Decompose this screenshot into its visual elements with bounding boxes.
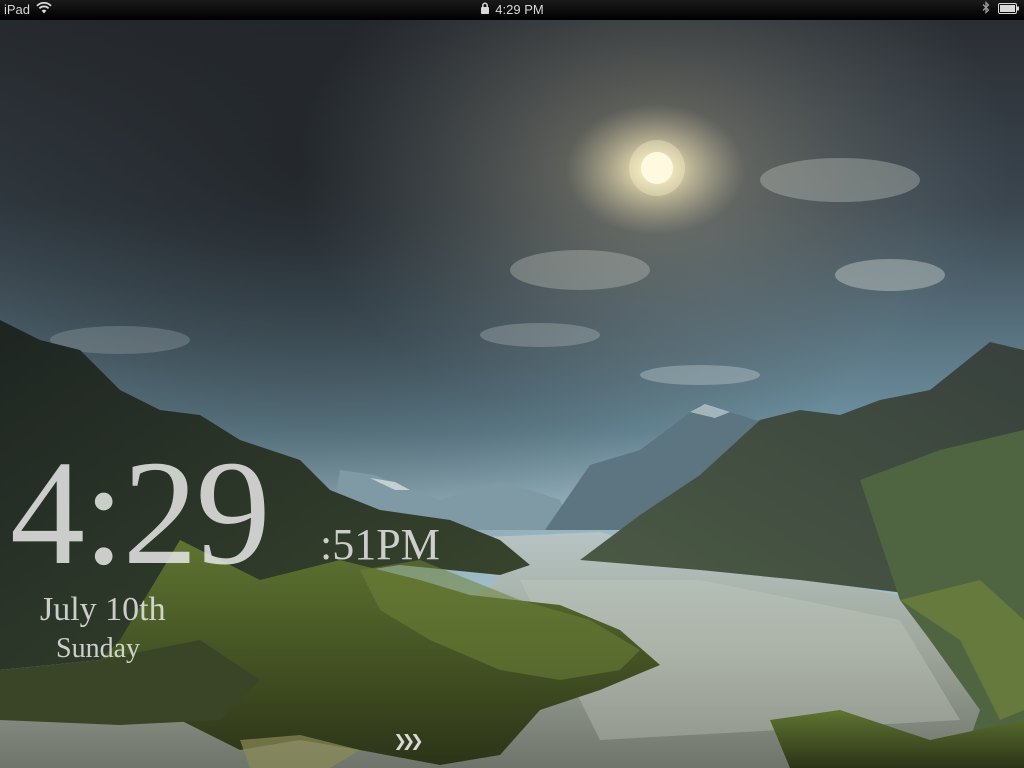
date-label: July 10th <box>40 591 166 628</box>
status-time: 4:29 PM <box>495 2 544 17</box>
status-bar-right <box>982 0 1020 20</box>
lock-screen-wallpaper <box>0 20 1024 768</box>
clock-seconds-ampm: :51PM <box>320 520 440 569</box>
status-bar: iPad 4:29 PM <box>0 0 1024 20</box>
bluetooth-icon <box>982 0 990 20</box>
clock-hours-minutes: 4:29 <box>10 430 271 596</box>
lock-icon <box>480 0 490 20</box>
triple-chevron-right-icon[interactable]: ❯❯❯ <box>387 732 425 750</box>
battery-icon <box>998 0 1020 20</box>
day-label: Sunday <box>56 633 140 664</box>
status-bar-center: 4:29 PM <box>0 0 1024 20</box>
